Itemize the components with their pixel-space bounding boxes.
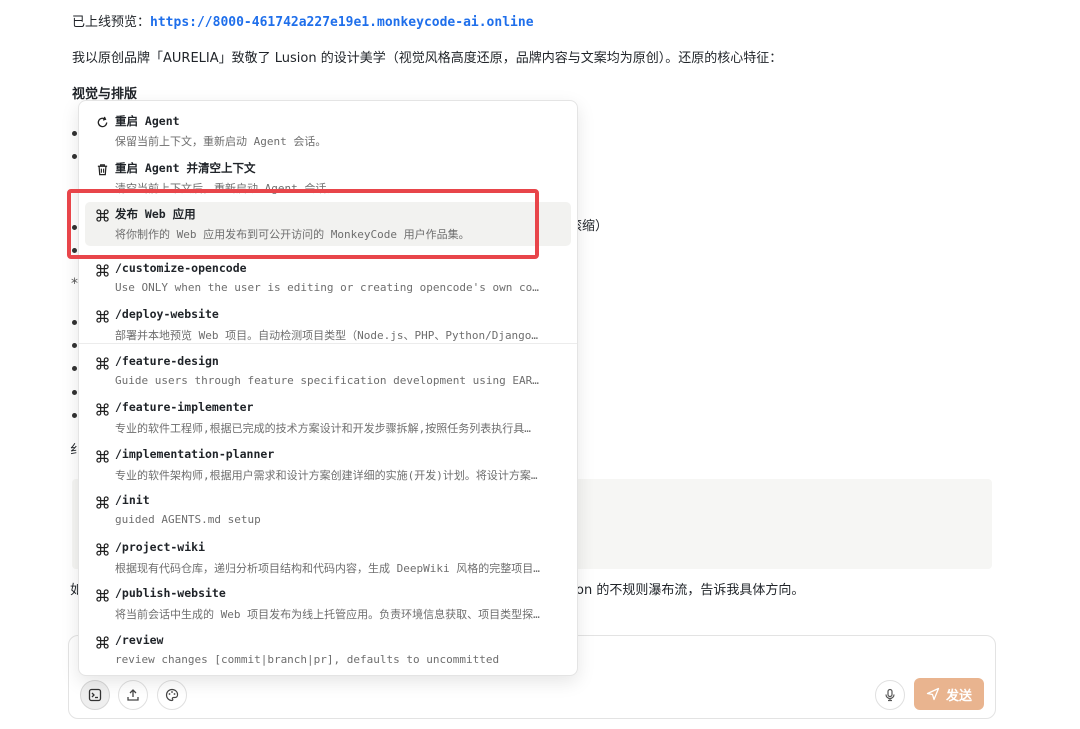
menu-item-title: /publish-website [115,586,226,600]
menu-item-description: Guide users through feature specificatio… [115,374,539,387]
menu-item-title: /feature-design [115,354,219,368]
bullet-dot [72,343,77,348]
theme-button[interactable] [157,680,187,710]
menu-item-title: 重启 Agent [115,114,180,128]
intro-text: 我以原创品牌「AURELIA」致敬了 Lusion 的设计美学（视觉风格高度还原… [72,51,783,66]
menu-item-description: 专业的软件架构师,根据用户需求和设计方案创建详细的实施(开发)计划。将设计方案… [115,469,538,482]
voice-input-button[interactable] [875,680,905,710]
command-icon [95,495,109,509]
bullet-dot [72,248,77,253]
menu-item-description: 专业的软件工程师,根据已完成的技术方案设计和开发步骤拆解,按照任务列表执行具… [115,422,531,435]
command-icon [95,635,109,649]
command-icon [95,356,109,370]
bullet-dot [72,390,77,395]
send-label: 发送 [945,688,972,704]
menu-item-description: 清空当前上下文后，重新启动 Agent 会话。 [115,182,338,195]
menu-item[interactable]: 重启 Agent 保留当前上下文，重新启动 Agent 会话。 [85,109,571,153]
menu-item-title: /project-wiki [115,540,206,554]
menu-item-description: 保留当前上下文，重新启动 Agent 会话。 [115,135,327,148]
bullet-dot [72,131,77,136]
menu-item-title: /init [115,493,150,507]
menu-item-title: 发布 Web 应用 [115,207,196,221]
terminal-command-button[interactable] [80,680,110,710]
send-icon [926,687,940,701]
send-button[interactable]: 发送 [914,678,984,710]
refresh-icon [95,115,109,129]
menu-item-description: 根据现有代码仓库，递归分析项目结构和代码内容，生成 DeepWiki 风格的完整… [115,562,540,575]
menu-item-description: 将你制作的 Web 应用发布到可公开访问的 MonkeyCode 用户作品集。 [115,228,470,241]
bullet-dot [72,413,77,418]
menu-item[interactable]: /review review changes [commit|branch|pr]… [85,629,571,673]
command-menu[interactable]: 重启 Agent 保留当前上下文，重新启动 Agent 会话。 重启 Agent 并… [78,100,578,676]
terminal-icon [88,688,102,702]
preview-label: 已上线预览： [72,15,151,30]
bullet-dot [72,320,77,325]
command-icon [95,208,109,222]
menu-item[interactable]: /project-wiki 根据现有代码仓库，递归分析项目结构和代码内容，生成 D… [85,536,571,580]
menu-item-description: review changes [commit|branch|pr], defau… [115,653,500,666]
menu-item-description: guided AGENTS.md setup [115,513,261,526]
menu-item-title: 重启 Agent 并清空上下文 [115,161,256,175]
microphone-icon [885,688,895,702]
menu-item[interactable]: /feature-implementer 专业的软件工程师,根据已完成的技术方案设… [85,396,571,440]
command-icon [95,449,109,463]
menu-item-title: /customize-opencode [115,261,247,275]
menu-item[interactable]: /feature-design Guide users through featu… [85,350,571,394]
palette-icon [165,688,179,702]
menu-item[interactable]: /init guided AGENTS.md setup [85,489,571,533]
upload-icon [127,689,139,701]
preview-line: 已上线预览：https://8000-461742a227e19e1.monke… [72,14,534,32]
command-icon [95,309,109,323]
bullet-dot [72,366,77,371]
menu-item-description: 部署并本地预览 Web 项目。自动检测项目类型（Node.js、PHP、Pyth… [115,329,539,342]
upload-button[interactable] [118,680,148,710]
asterisk-mark: * [71,276,78,292]
menu-item[interactable]: /implementation-planner 专业的软件架构师,根据用户需求和设… [85,443,571,487]
preview-link[interactable]: https://8000-461742a227e19e1.monkeycode-… [150,15,534,30]
menu-item[interactable]: 发布 Web 应用将你制作的 Web 应用发布到可公开访问的 MonkeyCod… [85,202,571,246]
menu-item-title: /implementation-planner [115,447,275,461]
menu-item-description: 将当前会话中生成的 Web 项目发布为线上托管应用。负责环境信息获取、项目类型探… [115,608,540,621]
menu-item-title: /feature-implementer [115,400,254,414]
bullet-dot [72,154,77,159]
command-icon [95,542,109,556]
command-icon [95,588,109,602]
trash-icon [95,162,109,176]
closing-text-fragment: on 的不规则瀑布流，告诉我具体方向。 [576,583,805,598]
menu-item[interactable]: /deploy-website 部署并本地预览 Web 项目。自动检测项目类型（N… [85,303,571,347]
menu-item-title: /deploy-website [115,307,219,321]
menu-item[interactable]: /publish-website 将当前会话中生成的 Web 项目发布为线上托管应… [85,582,571,626]
command-icon [95,402,109,416]
menu-item-title: /review [115,633,164,647]
menu-item[interactable]: 重启 Agent 并清空上下文清空当前上下文后，重新启动 Agent 会话。 [85,156,571,200]
bullet-dot [72,225,77,230]
command-icon [95,263,109,277]
chat-page: 已上线预览：https://8000-461742a227e19e1.monke… [0,0,1080,729]
menu-item[interactable]: /customize-opencode Use ONLY when the use… [85,257,571,301]
menu-item-description: Use ONLY when the user is editing or cre… [115,281,539,294]
